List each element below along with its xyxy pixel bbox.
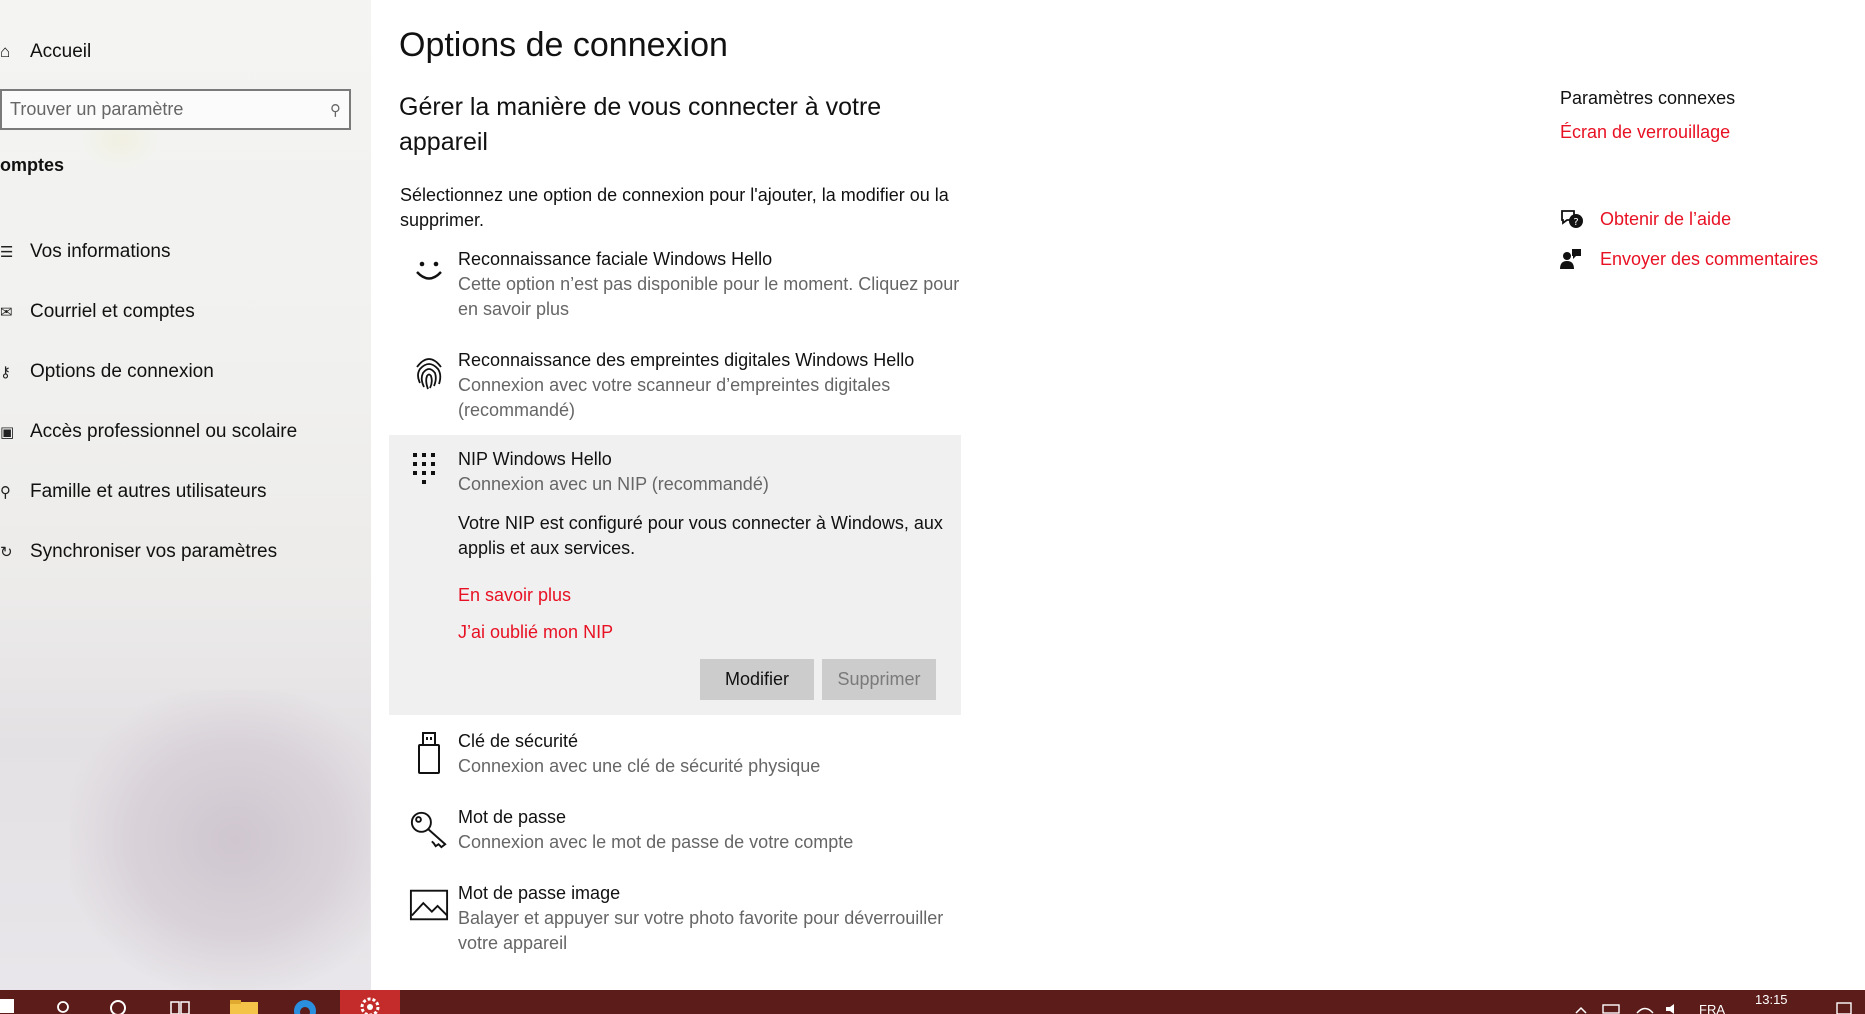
option-description: Balayer et appuyer sur votre photo favor… xyxy=(458,908,944,953)
sidebar-item-family[interactable]: ⚲ Famille et autres utilisateurs xyxy=(0,462,371,522)
nav-home-label: Accueil xyxy=(30,41,92,62)
picture-icon xyxy=(409,885,449,925)
learn-more-link[interactable]: En savoir plus xyxy=(458,585,571,606)
usb-key-icon xyxy=(409,732,449,774)
option-title: Reconnaissance des empreintes digitales … xyxy=(458,350,915,370)
volume-icon[interactable] xyxy=(1664,990,1684,1014)
option-title: Reconnaissance faciale Windows Hello xyxy=(458,249,773,269)
delete-button[interactable]: Supprimer xyxy=(822,659,936,700)
option-security-key[interactable]: Clé de sécurité Connexion avec une clé d… xyxy=(399,729,979,789)
search-taskbar-icon[interactable] xyxy=(56,990,76,1014)
network-icon[interactable] xyxy=(1602,990,1622,1014)
forgot-pin-link[interactable]: J’ai oublié mon NIP xyxy=(458,622,613,643)
option-password[interactable]: Mot de passe Connexion avec le mot de pa… xyxy=(399,805,979,865)
taskbar: FRA 13:15 xyxy=(0,990,1865,1014)
home-icon: ⌂ xyxy=(0,42,11,61)
key-icon: ⚷ xyxy=(0,364,11,381)
sidebar-item-label: Options de connexion xyxy=(30,361,214,382)
task-view-icon[interactable] xyxy=(170,990,194,1014)
option-description: Connexion avec un NIP (recommandé) xyxy=(458,474,769,494)
cortana-icon[interactable] xyxy=(109,990,133,1014)
feedback-link[interactable]: Envoyer des commentaires xyxy=(1600,249,1818,270)
sidebar-item-label: Courriel et comptes xyxy=(30,301,195,322)
sidebar-item-label: Vos informations xyxy=(30,241,171,262)
fingerprint-icon xyxy=(409,352,449,392)
person-add-icon: ⚲ xyxy=(0,484,11,501)
chevron-up-icon[interactable] xyxy=(1575,990,1591,1014)
feedback-row[interactable]: Envoyer des commentaires xyxy=(1560,247,1818,271)
sync-icon: ↻ xyxy=(0,544,13,561)
get-help-row[interactable]: ? Obtenir de l’aide xyxy=(1560,207,1731,231)
nav-home[interactable]: ⌂ Accueil xyxy=(0,36,91,68)
sidebar-item-info[interactable]: ☰ Vos informations xyxy=(0,222,371,282)
face-icon xyxy=(409,251,449,291)
page-title: Options de connexion xyxy=(399,26,728,64)
option-pin-panel[interactable]: NIP Windows Hello Connexion avec un NIP … xyxy=(389,435,961,715)
key-icon xyxy=(409,809,449,849)
search-box[interactable]: ⚲ xyxy=(0,89,351,130)
edge-icon[interactable] xyxy=(292,990,322,1014)
feedback-icon xyxy=(1560,247,1600,271)
mail-icon: ✉ xyxy=(0,304,13,321)
option-face-recognition[interactable]: Reconnaissance faciale Windows Hello Cet… xyxy=(399,247,979,327)
option-description: Cette option n’est pas disponible pour l… xyxy=(458,274,960,319)
keypad-icon xyxy=(409,451,449,491)
option-fingerprint[interactable]: Reconnaissance des empreintes digitales … xyxy=(399,348,979,428)
option-picture-password[interactable]: Mot de passe image Balayer et appuyer su… xyxy=(399,881,979,961)
help-chat-icon: ? xyxy=(1560,207,1600,231)
svg-text:?: ? xyxy=(1573,217,1578,228)
option-title: Mot de passe image xyxy=(458,883,621,903)
option-description: Connexion avec le mot de passe de votre … xyxy=(458,832,854,852)
notifications-icon[interactable] xyxy=(1836,990,1856,1014)
clock[interactable]: 13:15 xyxy=(1755,992,1788,1007)
pin-info-text: Votre NIP est configuré pour vous connec… xyxy=(458,513,943,558)
option-title: Mot de passe xyxy=(458,807,567,827)
lock-screen-link[interactable]: Écran de verrouillage xyxy=(1560,122,1730,143)
file-explorer-icon[interactable] xyxy=(230,990,260,1014)
search-icon[interactable]: ⚲ xyxy=(330,101,341,119)
background-blur xyxy=(70,690,370,990)
page-subtitle: Gérer la manière de vous connecter à vot… xyxy=(399,93,882,156)
wifi-icon[interactable] xyxy=(1636,990,1656,1014)
intro-text: Sélectionnez une option de connexion pou… xyxy=(400,185,949,230)
search-input[interactable] xyxy=(10,99,330,120)
option-title: NIP Windows Hello xyxy=(458,449,612,469)
sidebar-item-work-access[interactable]: ▣ Accès professionnel ou scolaire xyxy=(0,402,371,462)
section-title: omptes xyxy=(0,155,65,175)
sidebar-item-signin-options[interactable]: ⚷ Options de connexion xyxy=(0,342,371,402)
start-button[interactable] xyxy=(0,990,20,1014)
sidebar-item-label: Accès professionnel ou scolaire xyxy=(30,421,298,442)
option-description: Connexion avec une clé de sécurité physi… xyxy=(458,756,821,776)
sidebar-item-sync[interactable]: ↻ Synchroniser vos paramètres xyxy=(0,522,371,582)
sidebar-item-label: Famille et autres utilisateurs xyxy=(30,481,267,502)
sidebar: ⌂ Accueil ⚲ omptes ☰ Vos informations ✉ … xyxy=(0,0,371,990)
option-title: Clé de sécurité xyxy=(458,731,579,751)
settings-app-icon[interactable] xyxy=(340,990,400,1014)
sidebar-item-label: Synchroniser vos paramètres xyxy=(30,541,278,562)
briefcase-icon: ▣ xyxy=(0,424,15,441)
sidebar-item-email[interactable]: ✉ Courriel et comptes xyxy=(0,282,371,342)
get-help-link[interactable]: Obtenir de l’aide xyxy=(1600,209,1731,230)
nav-list: ☰ Vos informations ✉ Courriel et comptes… xyxy=(0,222,371,582)
modify-button[interactable]: Modifier xyxy=(700,659,814,700)
option-description: Connexion avec votre scanneur d’empreint… xyxy=(458,375,891,420)
person-card-icon: ☰ xyxy=(0,244,14,261)
related-settings-title: Paramètres connexes xyxy=(1560,88,1736,108)
language-indicator[interactable]: FRA xyxy=(1699,1002,1725,1014)
